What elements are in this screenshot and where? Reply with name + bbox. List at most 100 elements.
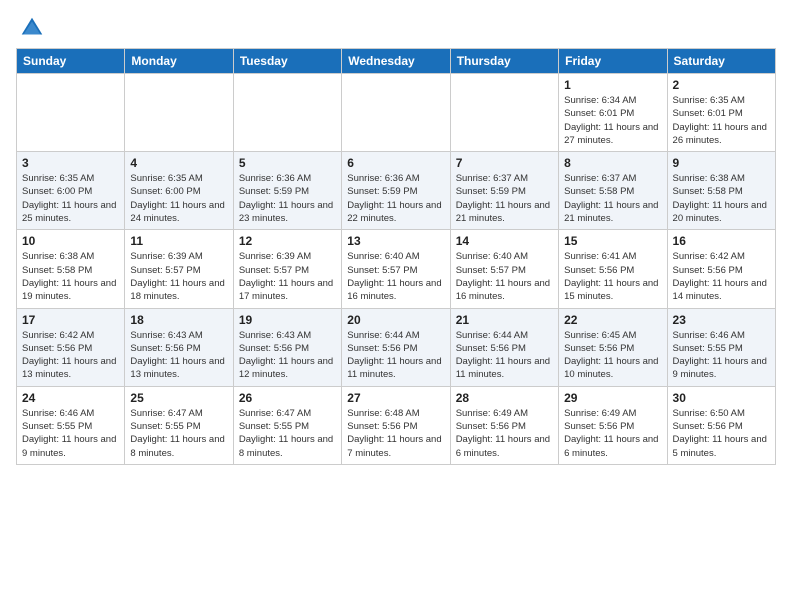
day-number: 26 xyxy=(239,391,336,405)
day-info: Sunrise: 6:41 AMSunset: 5:56 PMDaylight:… xyxy=(564,250,661,303)
day-header-thursday: Thursday xyxy=(450,49,558,74)
calendar-cell: 28 Sunrise: 6:49 AMSunset: 5:56 PMDayligh… xyxy=(450,386,558,464)
calendar-cell: 18Sunrise: 6:43 AMSunset: 5:56 PMDayligh… xyxy=(125,308,233,386)
logo xyxy=(16,14,46,42)
day-number: 10 xyxy=(22,234,119,248)
day-number: 4 xyxy=(130,156,227,170)
calendar-cell: 12Sunrise: 6:39 AMSunset: 5:57 PMDayligh… xyxy=(233,230,341,308)
day-info: Sunrise: 6:36 AMSunset: 5:59 PMDaylight:… xyxy=(347,172,444,225)
day-header-monday: Monday xyxy=(125,49,233,74)
day-number: 1 xyxy=(564,78,661,92)
day-info: Sunrise: 6:46 AMSunset: 5:55 PMDaylight:… xyxy=(22,407,119,460)
calendar-cell: 26Sunrise: 6:47 AMSunset: 5:55 PMDayligh… xyxy=(233,386,341,464)
calendar-table: SundayMondayTuesdayWednesdayThursdayFrid… xyxy=(16,48,776,465)
calendar-cell: 8 Sunrise: 6:37 AMSunset: 5:58 PMDaylight… xyxy=(559,152,667,230)
calendar-cell xyxy=(342,74,450,152)
day-info: Sunrise: 6:42 AMSunset: 5:56 PMDaylight:… xyxy=(673,250,770,303)
calendar-cell: 9 Sunrise: 6:38 AMSunset: 5:58 PMDaylight… xyxy=(667,152,775,230)
calendar-cell: 30Sunrise: 6:50 AMSunset: 5:56 PMDayligh… xyxy=(667,386,775,464)
calendar-cell: 2 Sunrise: 6:35 AMSunset: 6:01 PMDaylight… xyxy=(667,74,775,152)
day-number: 6 xyxy=(347,156,444,170)
page-header xyxy=(16,10,776,42)
day-info: Sunrise: 6:44 AMSunset: 5:56 PMDaylight:… xyxy=(347,329,444,382)
calendar-cell: 6 Sunrise: 6:36 AMSunset: 5:59 PMDaylight… xyxy=(342,152,450,230)
calendar-cell: 13 Sunrise: 6:40 AMSunset: 5:57 PMDayligh… xyxy=(342,230,450,308)
day-number: 2 xyxy=(673,78,770,92)
day-info: Sunrise: 6:48 AMSunset: 5:56 PMDaylight:… xyxy=(347,407,444,460)
day-info: Sunrise: 6:35 AMSunset: 6:00 PMDaylight:… xyxy=(22,172,119,225)
day-info: Sunrise: 6:42 AMSunset: 5:56 PMDaylight:… xyxy=(22,329,119,382)
day-number: 19 xyxy=(239,313,336,327)
day-number: 25 xyxy=(130,391,227,405)
calendar-cell: 22Sunrise: 6:45 AMSunset: 5:56 PMDayligh… xyxy=(559,308,667,386)
day-number: 20 xyxy=(347,313,444,327)
calendar-cell: 29 Sunrise: 6:49 AMSunset: 5:56 PMDayligh… xyxy=(559,386,667,464)
calendar-cell: 24 Sunrise: 6:46 AMSunset: 5:55 PMDayligh… xyxy=(17,386,125,464)
logo-icon xyxy=(18,14,46,42)
calendar-cell: 11 Sunrise: 6:39 AMSunset: 5:57 PMDayligh… xyxy=(125,230,233,308)
day-header-friday: Friday xyxy=(559,49,667,74)
calendar-cell: 20 Sunrise: 6:44 AMSunset: 5:56 PMDayligh… xyxy=(342,308,450,386)
day-info: Sunrise: 6:35 AMSunset: 6:00 PMDaylight:… xyxy=(130,172,227,225)
day-number: 8 xyxy=(564,156,661,170)
day-info: Sunrise: 6:35 AMSunset: 6:01 PMDaylight:… xyxy=(673,94,770,147)
calendar-week-row: 17 Sunrise: 6:42 AMSunset: 5:56 PMDayligh… xyxy=(17,308,776,386)
calendar-cell: 5 Sunrise: 6:36 AMSunset: 5:59 PMDaylight… xyxy=(233,152,341,230)
day-info: Sunrise: 6:37 AMSunset: 5:58 PMDaylight:… xyxy=(564,172,661,225)
day-info: Sunrise: 6:38 AMSunset: 5:58 PMDaylight:… xyxy=(22,250,119,303)
day-number: 17 xyxy=(22,313,119,327)
day-info: Sunrise: 6:44 AMSunset: 5:56 PMDaylight:… xyxy=(456,329,553,382)
day-number: 3 xyxy=(22,156,119,170)
day-info: Sunrise: 6:36 AMSunset: 5:59 PMDaylight:… xyxy=(239,172,336,225)
day-header-tuesday: Tuesday xyxy=(233,49,341,74)
day-info: Sunrise: 6:49 AMSunset: 5:56 PMDaylight:… xyxy=(456,407,553,460)
calendar-week-row: 3 Sunrise: 6:35 AMSunset: 6:00 PMDaylight… xyxy=(17,152,776,230)
day-number: 21 xyxy=(456,313,553,327)
day-number: 16 xyxy=(673,234,770,248)
calendar-cell: 15 Sunrise: 6:41 AMSunset: 5:56 PMDayligh… xyxy=(559,230,667,308)
day-info: Sunrise: 6:47 AMSunset: 5:55 PMDaylight:… xyxy=(130,407,227,460)
calendar-cell: 10 Sunrise: 6:38 AMSunset: 5:58 PMDayligh… xyxy=(17,230,125,308)
day-number: 9 xyxy=(673,156,770,170)
day-number: 7 xyxy=(456,156,553,170)
day-number: 5 xyxy=(239,156,336,170)
calendar-cell: 14Sunrise: 6:40 AMSunset: 5:57 PMDayligh… xyxy=(450,230,558,308)
day-number: 15 xyxy=(564,234,661,248)
day-header-saturday: Saturday xyxy=(667,49,775,74)
day-number: 22 xyxy=(564,313,661,327)
day-number: 18 xyxy=(130,313,227,327)
day-number: 14 xyxy=(456,234,553,248)
day-info: Sunrise: 6:49 AMSunset: 5:56 PMDaylight:… xyxy=(564,407,661,460)
day-info: Sunrise: 6:40 AMSunset: 5:57 PMDaylight:… xyxy=(347,250,444,303)
calendar-cell xyxy=(17,74,125,152)
calendar-week-row: 24 Sunrise: 6:46 AMSunset: 5:55 PMDayligh… xyxy=(17,386,776,464)
day-info: Sunrise: 6:34 AMSunset: 6:01 PMDaylight:… xyxy=(564,94,661,147)
day-number: 24 xyxy=(22,391,119,405)
day-info: Sunrise: 6:38 AMSunset: 5:58 PMDaylight:… xyxy=(673,172,770,225)
calendar-header-row: SundayMondayTuesdayWednesdayThursdayFrid… xyxy=(17,49,776,74)
day-info: Sunrise: 6:39 AMSunset: 5:57 PMDaylight:… xyxy=(239,250,336,303)
day-info: Sunrise: 6:43 AMSunset: 5:56 PMDaylight:… xyxy=(239,329,336,382)
day-info: Sunrise: 6:50 AMSunset: 5:56 PMDaylight:… xyxy=(673,407,770,460)
calendar-cell xyxy=(125,74,233,152)
day-number: 11 xyxy=(130,234,227,248)
day-number: 13 xyxy=(347,234,444,248)
day-info: Sunrise: 6:37 AMSunset: 5:59 PMDaylight:… xyxy=(456,172,553,225)
calendar-cell: 21 Sunrise: 6:44 AMSunset: 5:56 PMDayligh… xyxy=(450,308,558,386)
calendar-cell: 27Sunrise: 6:48 AMSunset: 5:56 PMDayligh… xyxy=(342,386,450,464)
calendar-cell: 25 Sunrise: 6:47 AMSunset: 5:55 PMDayligh… xyxy=(125,386,233,464)
day-number: 28 xyxy=(456,391,553,405)
day-number: 29 xyxy=(564,391,661,405)
calendar-cell: 19 Sunrise: 6:43 AMSunset: 5:56 PMDayligh… xyxy=(233,308,341,386)
calendar-cell: 3 Sunrise: 6:35 AMSunset: 6:00 PMDaylight… xyxy=(17,152,125,230)
calendar-cell: 4 Sunrise: 6:35 AMSunset: 6:00 PMDaylight… xyxy=(125,152,233,230)
day-number: 23 xyxy=(673,313,770,327)
day-info: Sunrise: 6:46 AMSunset: 5:55 PMDaylight:… xyxy=(673,329,770,382)
calendar-week-row: 10 Sunrise: 6:38 AMSunset: 5:58 PMDayligh… xyxy=(17,230,776,308)
day-info: Sunrise: 6:39 AMSunset: 5:57 PMDaylight:… xyxy=(130,250,227,303)
calendar-cell xyxy=(450,74,558,152)
calendar-week-row: 1 Sunrise: 6:34 AMSunset: 6:01 PMDaylight… xyxy=(17,74,776,152)
calendar-cell xyxy=(233,74,341,152)
calendar-cell: 17 Sunrise: 6:42 AMSunset: 5:56 PMDayligh… xyxy=(17,308,125,386)
day-header-sunday: Sunday xyxy=(17,49,125,74)
